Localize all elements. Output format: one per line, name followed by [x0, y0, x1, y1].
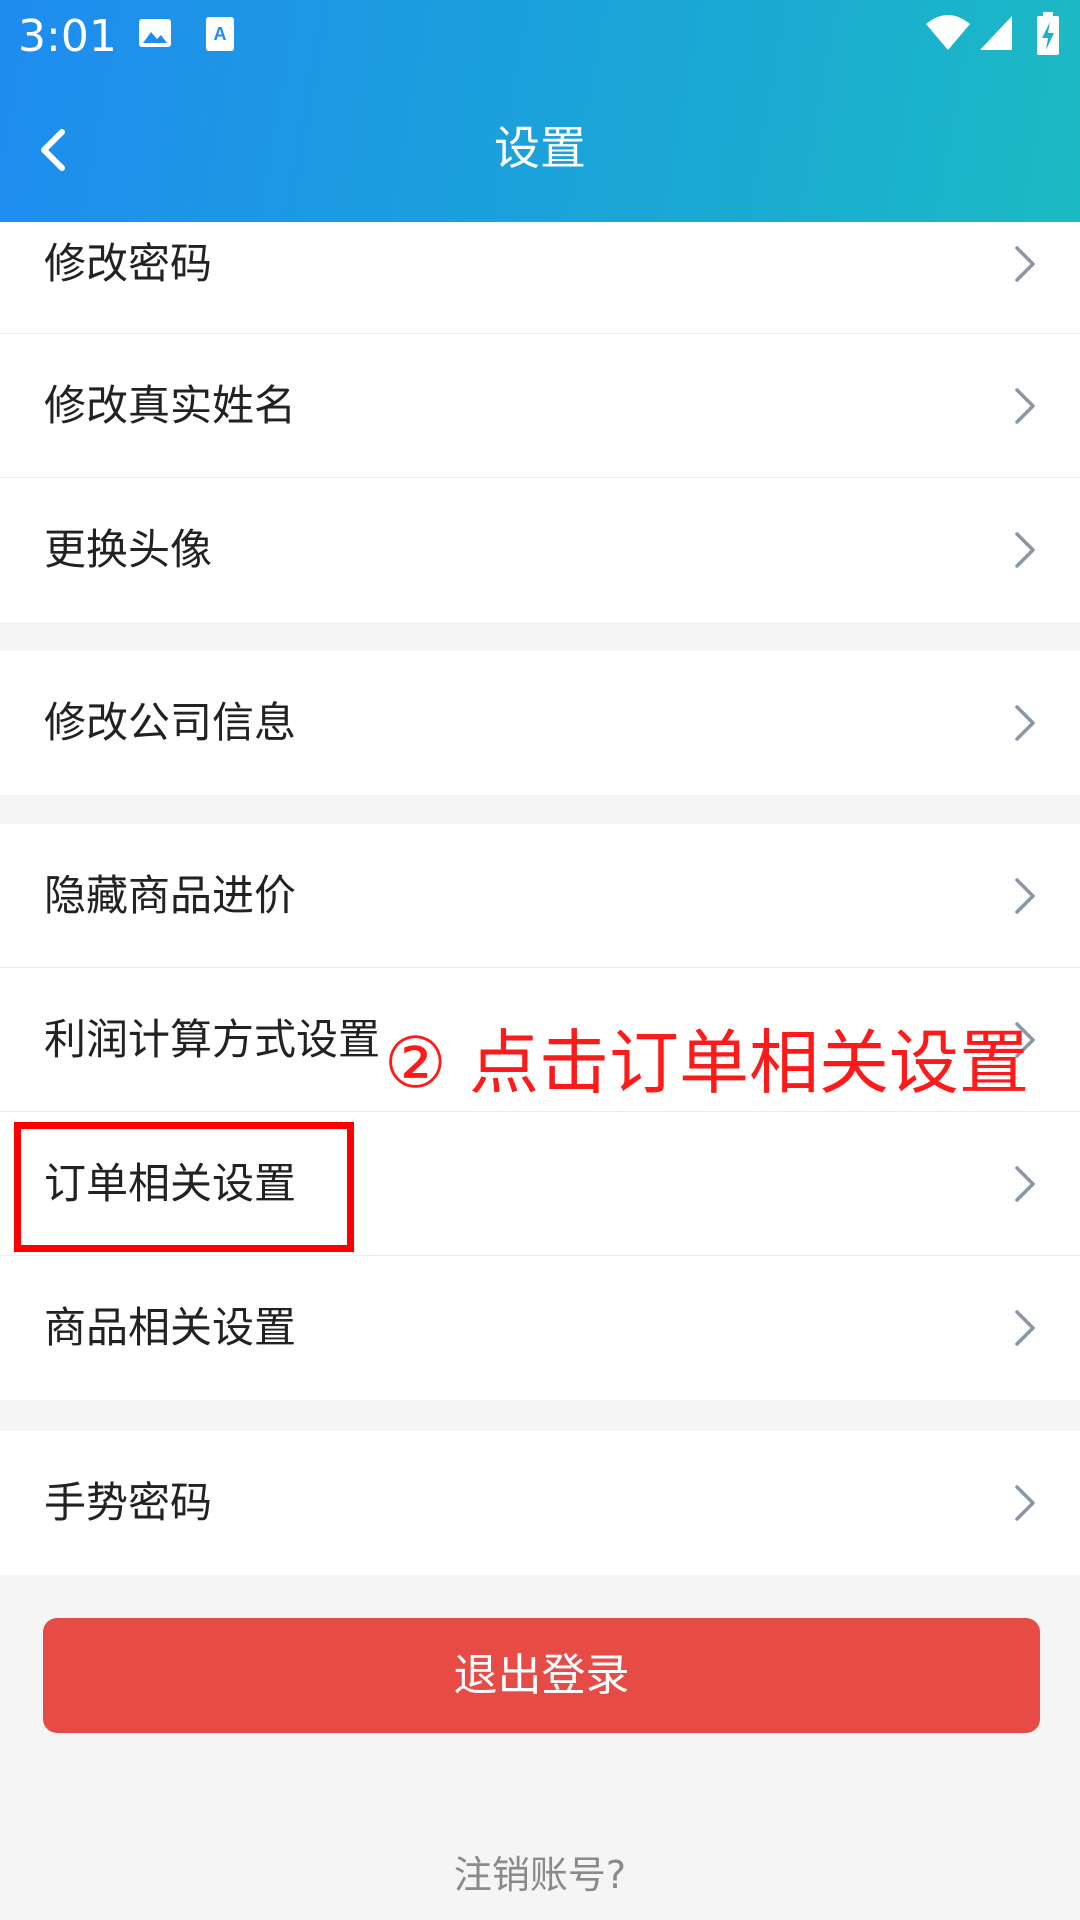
chevron-right-icon	[1015, 705, 1035, 741]
status-bar: 3:01 A	[0, 0, 1080, 74]
list-item-label: 隐藏商品进价	[44, 871, 297, 920]
status-time: 3:01	[18, 11, 117, 62]
list-item-label: 修改密码	[44, 239, 213, 288]
chevron-right-icon	[1015, 1310, 1035, 1346]
chevron-right-icon	[1015, 388, 1035, 424]
image-icon	[138, 16, 172, 54]
wifi-icon	[925, 14, 971, 56]
chevron-right-icon	[1015, 1485, 1035, 1521]
chevron-right-icon	[1015, 532, 1035, 568]
list-item-product-settings[interactable]: 商品相关设置	[0, 1256, 1080, 1400]
chevron-right-icon	[1015, 1166, 1035, 1202]
list-item-gesture-password[interactable]: 手势密码	[0, 1431, 1080, 1575]
security-settings-group: 手势密码	[0, 1431, 1080, 1575]
list-item-label: 商品相关设置	[44, 1303, 297, 1352]
list-item-hide-cost-price[interactable]: 隐藏商品进价	[0, 824, 1080, 968]
logout-button[interactable]: 退出登录	[43, 1618, 1040, 1733]
signal-icon	[978, 14, 1014, 56]
settings-screen: 3:01 A 设置 修改密码 修改真实姓名 更换头像 修改公司信息 隐藏商品进价…	[0, 0, 1080, 1920]
page-title: 设置	[494, 121, 586, 175]
list-item-label: 修改真实姓名	[44, 381, 297, 430]
list-item-label: 手势密码	[44, 1478, 213, 1527]
list-item-change-avatar[interactable]: 更换头像	[0, 478, 1080, 622]
nav-bar: 设置	[0, 74, 1080, 222]
company-settings-group: 修改公司信息	[0, 651, 1080, 795]
annotation-highlight-box	[14, 1122, 354, 1252]
list-item-change-password[interactable]: 修改密码	[0, 222, 1080, 334]
battery-charging-icon	[1036, 12, 1060, 60]
list-item-company-info[interactable]: 修改公司信息	[0, 651, 1080, 795]
annotation-text: ② 点击订单相关设置	[384, 1022, 1030, 1104]
list-item-label: 更换头像	[44, 525, 213, 574]
chevron-right-icon	[1015, 878, 1035, 914]
cancel-account-link[interactable]: 注销账号?	[0, 1850, 1080, 1900]
list-item-change-real-name[interactable]: 修改真实姓名	[0, 334, 1080, 478]
account-settings-group: 修改密码 修改真实姓名 更换头像	[0, 222, 1080, 622]
app-header: 3:01 A 设置	[0, 0, 1080, 222]
text-recognition-icon: A	[205, 16, 235, 56]
svg-text:A: A	[214, 24, 227, 44]
business-settings-group: 隐藏商品进价 利润计算方式设置 订单相关设置 商品相关设置	[0, 824, 1080, 1400]
chevron-right-icon	[1015, 246, 1035, 282]
list-item-label: 利润计算方式设置	[44, 1015, 381, 1064]
list-item-label: 修改公司信息	[44, 698, 297, 747]
